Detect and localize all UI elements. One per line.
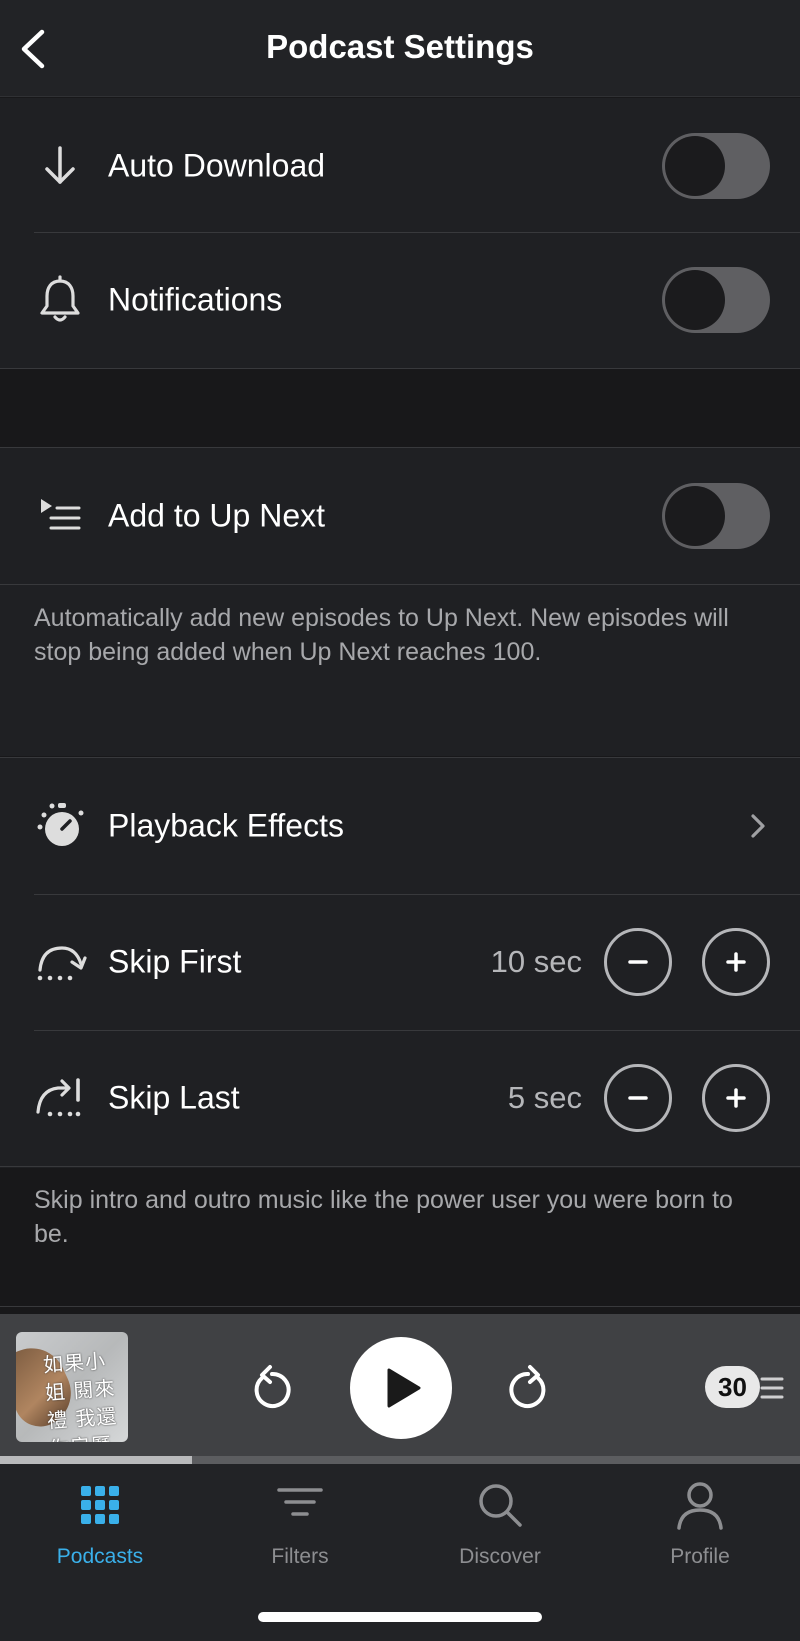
notifications-toggle[interactable] <box>662 267 770 333</box>
download-notification-section: Auto Download Notifications <box>0 98 800 368</box>
skip-back-icon[interactable] <box>248 1364 296 1412</box>
toggle-knob <box>665 270 725 330</box>
skip-first-icon <box>32 934 88 990</box>
skip-last-label: Skip Last <box>108 1079 240 1116</box>
podcast-artwork[interactable]: 如果小姐 閱來禮 我還你房歷 <box>16 1332 128 1442</box>
grid-icon <box>81 1486 119 1524</box>
navigation-bar: Podcast Settings <box>0 0 800 97</box>
skip-description: Skip intro and outro music like the powe… <box>34 1186 733 1248</box>
add-up-next-toggle[interactable] <box>662 483 770 549</box>
up-next-list-icon[interactable] <box>756 1374 784 1402</box>
auto-download-toggle[interactable] <box>662 133 770 199</box>
skip-first-row: Skip First 10 sec <box>0 894 800 1030</box>
tab-profile[interactable]: Profile <box>600 1480 800 1570</box>
play-icon <box>387 1368 421 1408</box>
skip-first-increase-button[interactable] <box>702 928 770 996</box>
tab-filters[interactable]: Filters <box>200 1480 400 1570</box>
chevron-right-icon <box>751 814 765 838</box>
toggle-knob <box>665 136 725 196</box>
skip-last-value: 5 sec <box>507 1080 582 1115</box>
person-icon <box>677 1482 723 1530</box>
playback-effects-label: Playback Effects <box>108 807 344 844</box>
search-icon <box>479 1484 522 1527</box>
section-divider <box>0 368 800 369</box>
playback-effects-dial-icon <box>32 798 88 854</box>
play-button[interactable] <box>350 1337 452 1439</box>
tab-label: Podcasts <box>56 1545 144 1568</box>
up-next-queue-icon <box>32 488 88 544</box>
add-up-next-label: Add to Up Next <box>108 497 325 534</box>
mini-player[interactable]: 如果小姐 閱來禮 我還你房歷 30 <box>0 1314 800 1460</box>
progress-fill <box>0 1456 192 1464</box>
tab-label: Profile <box>670 1545 730 1568</box>
tab-podcasts[interactable]: Podcasts <box>0 1480 200 1570</box>
skip-forward-icon[interactable] <box>504 1364 552 1412</box>
artwork-text: 如果小姐 閱來禮 我還你房歷 <box>42 1348 119 1442</box>
skip-first-decrease-button[interactable] <box>604 928 672 996</box>
divider <box>0 1166 800 1167</box>
minus-icon <box>628 1096 648 1100</box>
skip-last-increase-button[interactable] <box>702 1064 770 1132</box>
tab-discover[interactable]: Discover <box>400 1480 600 1570</box>
minus-icon <box>628 960 648 964</box>
auto-download-row: Auto Download <box>0 98 800 234</box>
playback-speed-badge[interactable]: 30 <box>705 1366 760 1408</box>
toggle-knob <box>665 486 725 546</box>
skip-last-decrease-button[interactable] <box>604 1064 672 1132</box>
divider <box>0 584 800 585</box>
skip-last-row: Skip Last 5 sec <box>0 1030 800 1166</box>
tab-label: Filters <box>271 1545 329 1568</box>
notifications-label: Notifications <box>108 281 283 318</box>
bell-icon <box>32 272 88 328</box>
plus-icon <box>726 1088 746 1108</box>
section-divider <box>0 1306 800 1307</box>
skip-first-value: 10 sec <box>490 944 582 979</box>
skip-first-label: Skip First <box>108 943 242 980</box>
add-up-next-row: Add to Up Next <box>0 448 800 584</box>
filter-icon <box>277 1488 323 1516</box>
skip-last-icon <box>32 1070 88 1126</box>
notifications-row: Notifications <box>0 232 800 368</box>
playback-progress-bar[interactable] <box>0 1456 800 1464</box>
playback-effects-row[interactable]: Playback Effects <box>0 758 800 894</box>
download-arrow-icon <box>32 138 88 194</box>
plus-icon <box>726 952 746 972</box>
home-indicator <box>258 1612 542 1622</box>
tab-label: Discover <box>459 1545 541 1568</box>
up-next-section: Add to Up Next Automatically add new epi… <box>0 448 800 756</box>
auto-download-label: Auto Download <box>108 147 326 184</box>
up-next-description: Automatically add new episodes to Up Nex… <box>34 604 729 666</box>
page-title: Podcast Settings <box>266 28 534 65</box>
playback-section: Playback Effects Skip First 10 sec Skip … <box>0 758 800 1168</box>
